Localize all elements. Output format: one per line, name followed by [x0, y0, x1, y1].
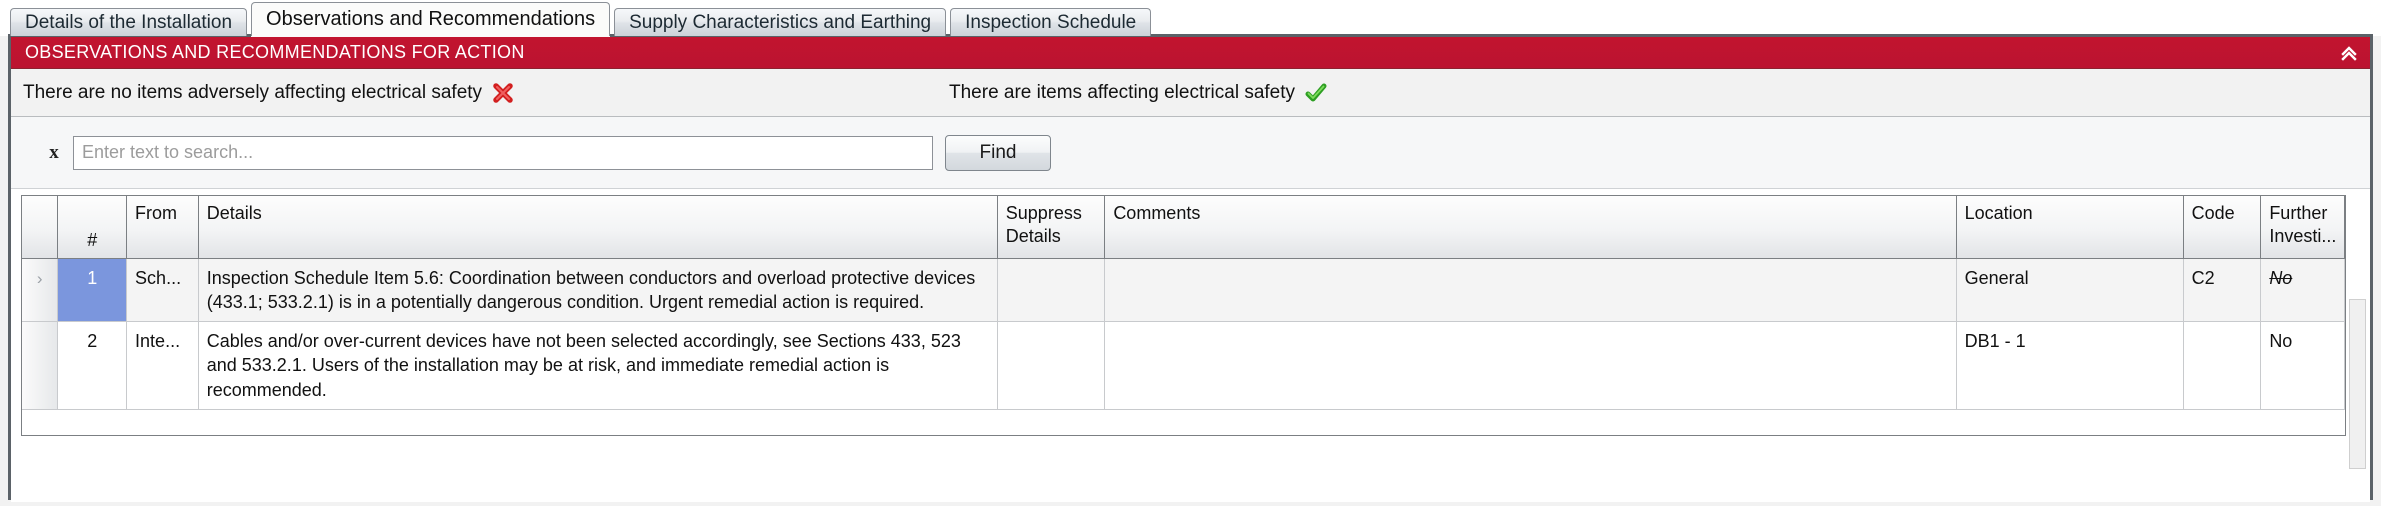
grid-header-row: # From Details Suppress Details Comments…	[22, 196, 2345, 259]
page-title: OBSERVATIONS AND RECOMMENDATIONS FOR ACT…	[25, 42, 525, 62]
cell-suppress-details[interactable]	[997, 258, 1106, 323]
grid-empty-area	[21, 409, 2346, 436]
cell-details[interactable]: Inspection Schedule Item 5.6: Coordinati…	[198, 258, 998, 323]
status-items-affecting-safety[interactable]: There are items affecting electrical saf…	[949, 82, 1327, 104]
panel-header: OBSERVATIONS AND RECOMMENDATIONS FOR ACT…	[11, 37, 2370, 69]
tab-label: Supply Characteristics and Earthing	[629, 11, 932, 33]
cell-comments[interactable]	[1104, 258, 1957, 323]
tab-details-of-the-installation[interactable]: Details of the Installation	[10, 8, 248, 36]
tab-label: Details of the Installation	[25, 11, 233, 33]
tab-observations-and-recommendations[interactable]: Observations and Recommendations	[251, 2, 611, 36]
status-row: There are no items adversely affecting e…	[11, 69, 2370, 117]
tab-label: Observations and Recommendations	[266, 8, 596, 30]
tab-supply-characteristics-and-earthing[interactable]: Supply Characteristics and Earthing	[614, 8, 947, 36]
cell-from[interactable]: Sch...	[126, 258, 199, 323]
red-cross-icon	[492, 82, 514, 104]
status-label: There are no items adversely affecting e…	[23, 81, 483, 103]
grid-vertical-scrollbar[interactable]	[2349, 299, 2366, 469]
status-label: There are items affecting electrical saf…	[949, 81, 1296, 103]
column-header-comments[interactable]: Comments	[1104, 196, 1957, 259]
cell-number[interactable]: 1	[57, 258, 128, 323]
tab-label: Inspection Schedule	[965, 11, 1137, 33]
cell-code[interactable]: C2	[2183, 258, 2262, 323]
application-window: Details of the Installation Observations…	[0, 0, 2381, 506]
status-no-items-affecting-safety[interactable]: There are no items adversely affecting e…	[23, 82, 514, 104]
column-header-location[interactable]: Location	[1956, 196, 2184, 259]
cell-suppress-details[interactable]	[997, 321, 1106, 410]
cell-further-investigation[interactable]: No	[2260, 258, 2345, 323]
cell-further-investigation[interactable]: No	[2260, 321, 2345, 410]
tab-inspection-schedule[interactable]: Inspection Schedule	[950, 8, 1152, 36]
table-row[interactable]: 2 Inte... Cables and/or over-current dev…	[22, 321, 2345, 410]
column-header-further-investigation[interactable]: Further Investi...	[2260, 196, 2345, 259]
cell-number[interactable]: 2	[57, 321, 128, 410]
chevrons-up-icon[interactable]	[2338, 42, 2360, 64]
column-header-rowselector	[22, 196, 59, 259]
tab-strip: Details of the Installation Observations…	[0, 0, 2381, 36]
row-selector[interactable]	[22, 321, 59, 410]
row-selector[interactable]: ›	[22, 258, 59, 323]
table-row[interactable]: › 1 Sch... Inspection Schedule Item 5.6:…	[22, 258, 2345, 323]
cell-from[interactable]: Inte...	[126, 321, 199, 410]
column-header-suppress-details[interactable]: Suppress Details	[997, 196, 1106, 259]
search-toolbar: x Find	[11, 117, 2370, 189]
cell-details[interactable]: Cables and/or over-current devices have …	[198, 321, 998, 410]
observations-grid: # From Details Suppress Details Comments…	[21, 195, 2346, 410]
column-header-from[interactable]: From	[126, 196, 199, 259]
find-button[interactable]: Find	[945, 134, 1051, 171]
cell-code[interactable]	[2183, 321, 2262, 410]
green-tick-icon	[1305, 82, 1327, 104]
cell-comments[interactable]	[1104, 321, 1957, 410]
observations-panel: OBSERVATIONS AND RECOMMENDATIONS FOR ACT…	[8, 34, 2373, 502]
column-header-details[interactable]: Details	[198, 196, 998, 259]
observations-grid-area: # From Details Suppress Details Comments…	[11, 189, 2370, 502]
cell-location[interactable]: DB1 - 1	[1956, 321, 2184, 410]
column-header-number[interactable]: #	[57, 196, 128, 259]
cell-location[interactable]: General	[1956, 258, 2184, 323]
clear-search-icon[interactable]: x	[41, 142, 67, 164]
column-header-code[interactable]: Code	[2183, 196, 2262, 259]
search-input[interactable]	[73, 135, 933, 170]
row-indicator-icon: ›	[36, 268, 43, 288]
